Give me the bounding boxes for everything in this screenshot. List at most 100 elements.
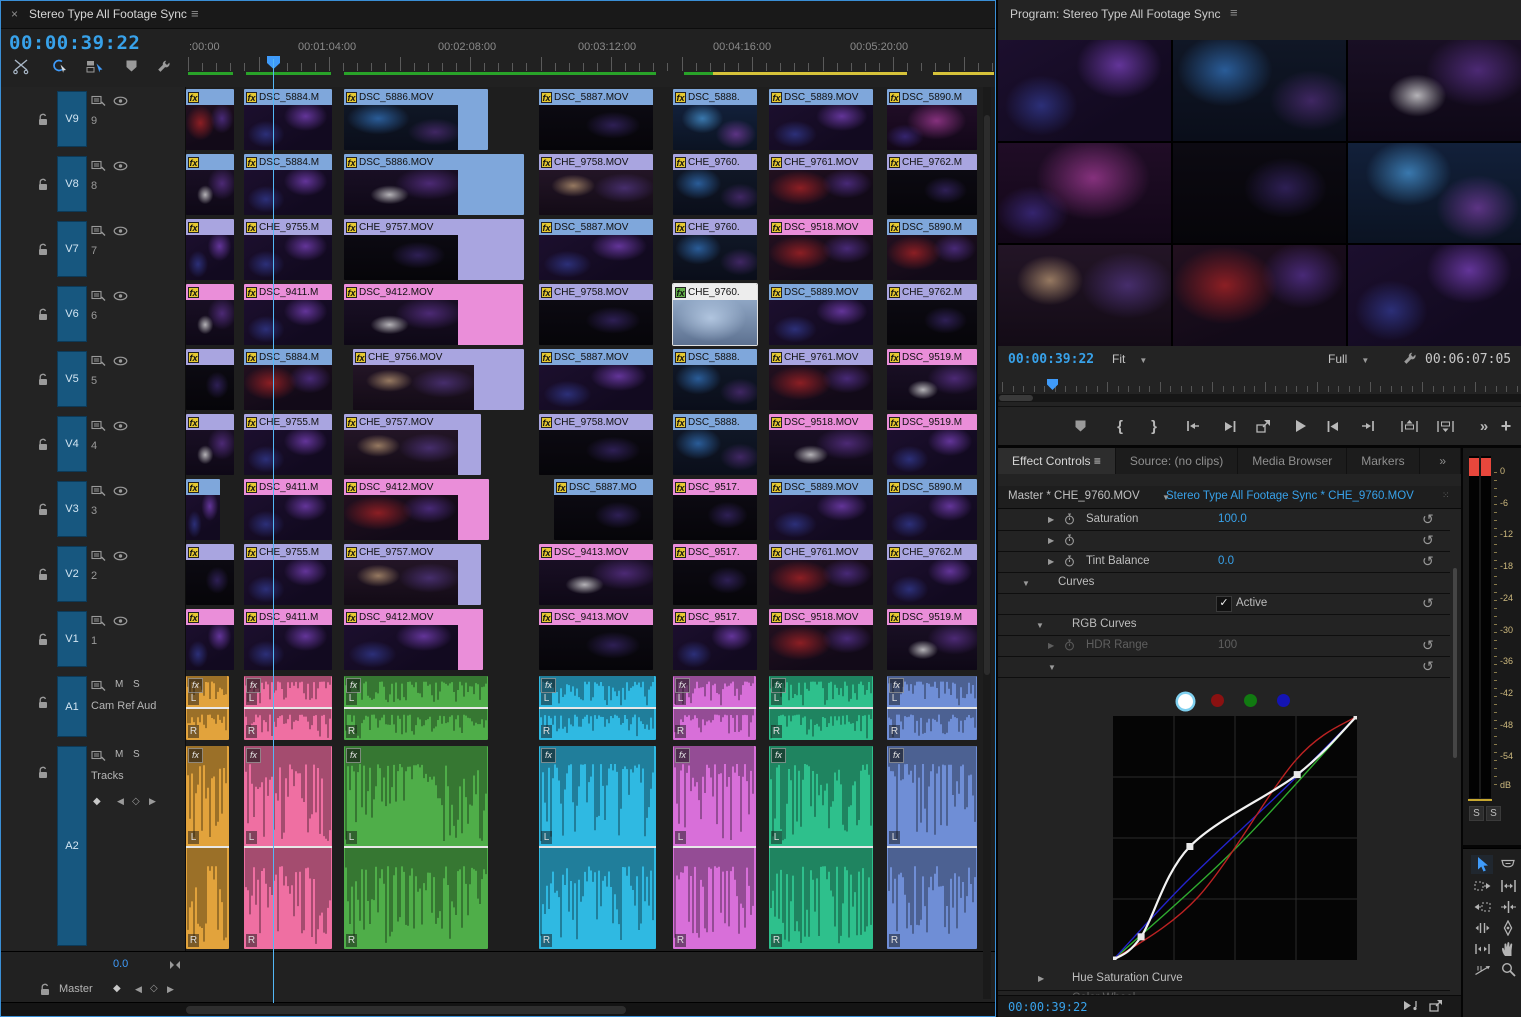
track-target-button[interactable]: V6 [57,286,87,342]
fx-badge-icon[interactable]: fx [346,287,357,298]
timeline-clip[interactable]: fxDSC_9517. [673,479,757,540]
timeline-clip[interactable]: fxDSC_5888. [673,414,757,475]
parameter-value[interactable]: 100.0 [1218,513,1247,525]
nest-sequences-icon[interactable] [9,56,33,76]
fx-badge-icon[interactable]: fx [771,157,782,168]
scrollbar-thumb[interactable] [999,395,1033,401]
timeline-clip[interactable]: fx [186,414,234,475]
timeline-clip[interactable]: fx [186,609,234,670]
toggle-track-output-icon[interactable] [113,551,128,561]
fx-badge-icon[interactable]: fx [188,157,199,168]
mute-button[interactable]: M [115,679,123,690]
horizontal-scrollbar[interactable] [1,1002,995,1017]
fx-badge-icon[interactable]: fx [675,547,686,558]
timeline-clip[interactable]: fxCHE_9762.M [887,544,977,605]
fx-badge-icon[interactable]: fx [188,547,199,558]
fx-badge-icon[interactable]: fx [246,157,257,168]
transport-step-back-icon[interactable] [1218,415,1242,437]
tool-slide[interactable] [1471,939,1493,958]
tool-hand[interactable] [1497,939,1519,958]
audio-clip[interactable]: LRfx [186,746,229,949]
fx-badge-icon[interactable]: fx [771,92,782,103]
timeline-clip[interactable]: fx [186,284,234,345]
timeline-clip[interactable]: fxDSC_9413.MOV [539,609,653,670]
effect-row-tint-balance[interactable]: ▶Tint Balance0.0↺ [998,551,1450,573]
fx-badge-icon[interactable]: fx [675,748,690,763]
fx-badge-icon[interactable]: fx [541,287,552,298]
timeline-clip[interactable]: fxCHE_9760. [673,219,757,280]
sync-lock-icon[interactable] [91,615,106,627]
reset-parameter-icon[interactable]: ↺ [1422,511,1434,528]
track-target-button[interactable]: A1 [57,676,87,737]
settings-wrench-icon[interactable] [1401,350,1418,367]
multicam-angle-5[interactable] [1173,143,1346,244]
timeline-clip[interactable]: fxCHE_9760. [673,154,757,215]
timeline-clip[interactable]: fxCHE_9758.MOV [539,284,653,345]
timeline-clip[interactable]: fxDSC_5887.MOV [539,219,653,280]
fx-badge-icon[interactable]: fx [246,748,261,763]
fx-badge-icon[interactable]: fx [346,678,361,693]
fx-badge-icon[interactable]: fx [675,157,686,168]
transport-more-chevrons[interactable]: » [1472,415,1496,437]
audio-clip[interactable]: LRfx [344,676,488,740]
stopwatch-icon[interactable] [1064,639,1075,651]
previous-keyframe-icon[interactable]: ◀ [135,984,142,995]
vertical-scrollbar[interactable] [983,87,991,999]
fx-badge-icon[interactable]: fx [346,417,357,428]
solo-button[interactable]: S [1486,806,1501,821]
transport-play-icon[interactable] [1288,415,1312,437]
fx-badge-icon[interactable]: fx [246,612,257,623]
transport-go-to-out-icon[interactable] [1355,415,1379,437]
timeline-clip[interactable]: fxDSC_9518.MOV [769,414,873,475]
fx-badge-icon[interactable]: fx [889,417,900,428]
panel-menu-icon[interactable]: ≡ [1230,5,1238,20]
timeline-clip[interactable]: fxDSC_9411.M [244,284,332,345]
timeline-tab-title[interactable]: Stereo Type All Footage Sync [29,7,187,21]
sync-lock-icon[interactable] [91,225,106,237]
timeline-clip[interactable]: fxDSC_5889.MOV [769,284,873,345]
multicam-angle-1[interactable] [998,40,1171,141]
timeline-clip[interactable]: fxDSC_5887.MO [554,479,653,540]
add-marker-icon[interactable] [119,56,143,76]
fx-badge-icon[interactable]: fx [346,482,357,493]
linked-selection-icon[interactable] [47,56,71,76]
timeline-clip[interactable]: fx [186,89,234,150]
track-lock-icon[interactable] [37,178,49,191]
reset-parameter-icon[interactable]: ↺ [1422,637,1434,654]
audio-clip[interactable]: LRfx [186,676,229,740]
multicam-grid[interactable] [998,40,1521,346]
tool-rate-stretch[interactable] [1471,960,1493,979]
sequence-clip-name[interactable]: Stereo Type All Footage Sync * CHE_9760.… [1166,490,1414,502]
track-lock-icon[interactable] [37,568,49,581]
fx-badge-icon[interactable]: fx [346,222,357,233]
fx-badge-icon[interactable]: fx [541,417,552,428]
timeline-clip[interactable]: fxDSC_9412.MOV [344,609,483,670]
timeline-clip[interactable]: fxDSC_9519.M [887,414,977,475]
disclosure-icon[interactable]: ▶ [1038,974,1044,983]
track-target-button[interactable]: V3 [57,481,87,537]
fx-badge-icon[interactable]: fx [556,482,567,493]
fx-badge-icon[interactable]: fx [246,222,257,233]
timeline-clip[interactable]: fxDSC_9517. [673,609,757,670]
toggle-track-output-icon[interactable] [113,421,128,431]
tool-razor[interactable] [1497,855,1519,874]
track-target-button[interactable]: V5 [57,351,87,407]
fx-badge-icon[interactable]: fx [246,287,257,298]
timeline-clip[interactable]: fxDSC_5884.M [244,89,332,150]
scrollbar-thumb[interactable] [186,1006,626,1014]
fx-badge-icon[interactable]: fx [246,547,257,558]
effect-row-hdr-range[interactable]: ▶HDR Range100↺ [998,635,1450,657]
fx-badge-icon[interactable]: fx [541,748,556,763]
fx-badge-icon[interactable]: fx [675,287,686,298]
timeline-clip[interactable]: fxCHE_9755.M [244,544,332,605]
track-target-button[interactable]: V2 [57,546,87,602]
timeline-clip[interactable]: fxDSC_5889.MOV [769,479,873,540]
sync-lock-icon[interactable] [91,550,106,562]
audio-track-name[interactable]: Tracks [91,770,124,782]
fx-badge-icon[interactable]: fx [675,612,686,623]
tab-media-browser[interactable]: Media Browser [1238,448,1347,474]
sync-lock-icon[interactable] [91,160,106,172]
fx-badge-icon[interactable]: fx [188,612,199,623]
effect-row-saturation[interactable]: ▶Saturation100.0↺ [998,509,1450,531]
fx-badge-icon[interactable]: fx [346,157,357,168]
